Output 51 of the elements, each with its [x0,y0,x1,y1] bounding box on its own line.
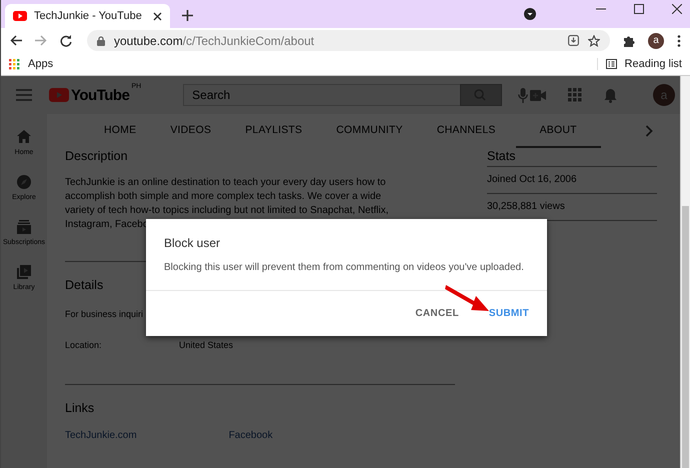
library-icon [16,264,32,280]
bookmark-link[interactable]: Apps [9,58,54,70]
apps-grid-icon [9,58,20,70]
dialog-message: Blocking this user will prevent them from commenting on videos you've uploaded. [146,262,547,291]
stat-text: Joined Oct 16, 2006 [487,167,657,194]
reload-icon[interactable] [60,34,72,46]
browser-tab[interactable]: TechJunkie - YouTube [5,4,170,28]
scrollbar[interactable] [680,76,690,468]
back-arrow-icon[interactable] [10,35,22,46]
install-icon[interactable] [568,35,579,46]
channel-link[interactable]: Facebook [228,430,273,441]
play-logo-icon [49,88,69,102]
close-icon[interactable] [672,4,682,14]
explore-icon [16,174,32,190]
puzzle-piece-icon[interactable] [623,34,635,46]
submit-button[interactable]: SUBMIT [482,304,535,323]
channel-link[interactable]: TechJunkie.com [65,430,137,441]
detail-label: For business inquiri [65,308,144,318]
star-icon[interactable] [588,34,600,46]
search-field[interactable]: Search [183,84,462,106]
play-logo-icon [13,11,27,21]
reading-list-icon [606,59,617,69]
subscriptions-icon [16,219,32,235]
detail-label: Location: [65,340,103,350]
section-heading: Links [65,401,96,417]
section-heading: Stats [487,149,657,167]
channel-tab[interactable]: COMMUNITY [319,114,420,148]
maximize-icon[interactable] [634,4,644,14]
detail-value: United States [179,340,234,350]
channel-tab[interactable]: VIDEOS [153,114,228,148]
description-text: variety of tech how-to topics including but not limited to Snapchat, Netflix, [65,205,390,218]
close-icon[interactable] [153,12,162,20]
cancel-button[interactable]: CANCEL [409,304,465,323]
lock-icon [97,36,105,46]
dialog-title: Block user [163,235,222,252]
url-text: youtube.com/c/TechJunkieCom/about [114,34,314,48]
description-text: TechJunkie is an online destination to teach your every day users how to [65,177,387,190]
more-menu-icon[interactable] [677,34,681,46]
description-text: accomplish both simple and more complex tech tasks. We cover a wide [65,191,382,204]
channel-tab[interactable]: HOME [87,114,154,148]
profile-avatar[interactable]: a [648,32,664,48]
home-icon [16,129,32,145]
section-heading: Details [65,278,104,294]
channel-tab[interactable]: PLAYLISTS [228,114,320,148]
dropdown-icon[interactable] [524,8,536,20]
section-heading: Description [65,149,129,165]
channel-tab[interactable]: ABOUT [516,114,601,148]
address-bar[interactable]: youtube.com/c/TechJunkieCom/about [87,30,610,51]
channel-tab[interactable]: CHANNELS [420,114,513,148]
new-tab-icon[interactable] [182,10,193,21]
reading-list-button[interactable]: Reading list [596,58,682,70]
